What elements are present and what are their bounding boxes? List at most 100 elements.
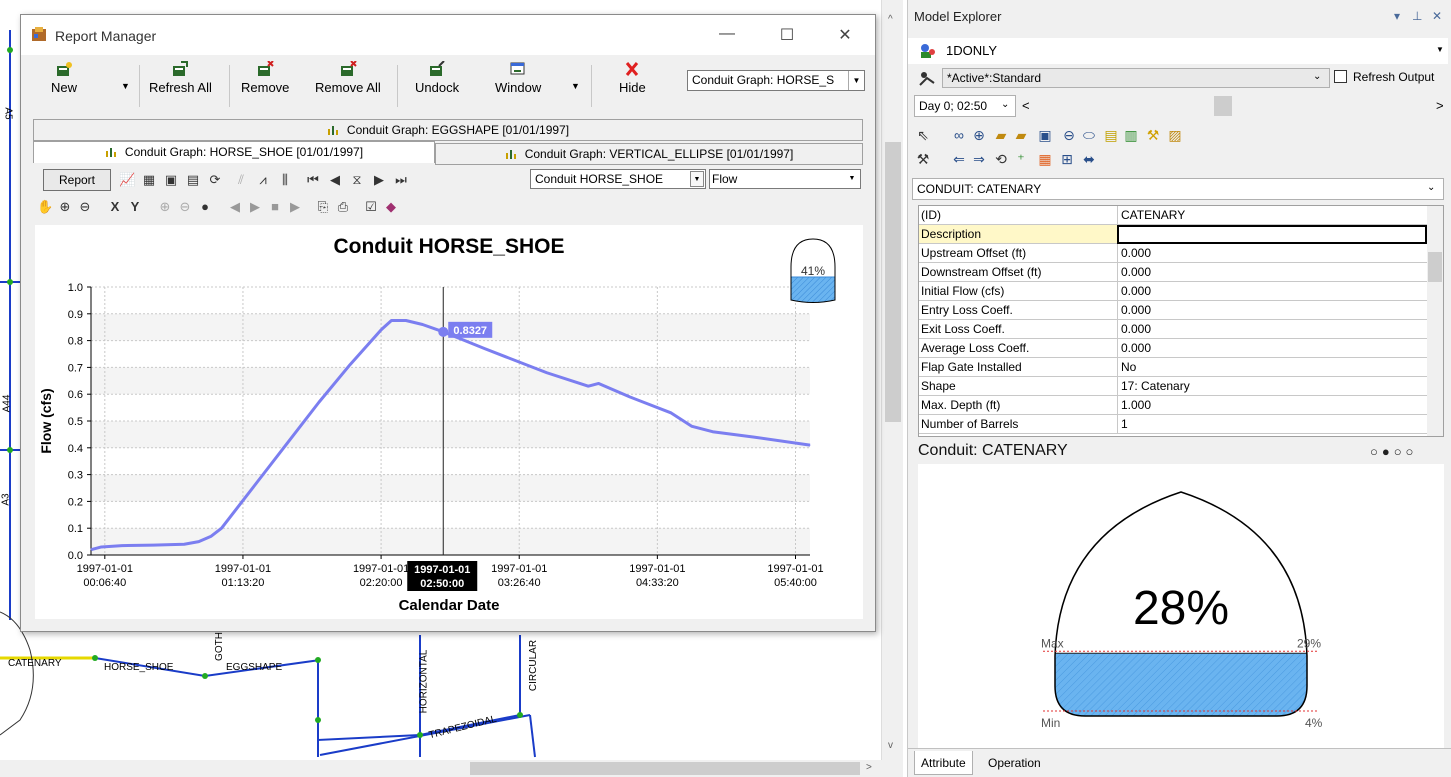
window-button[interactable]: Window	[495, 61, 541, 95]
attribute-row[interactable]: Upstream Offset (ft) 0.000	[919, 244, 1427, 263]
bar-chart-icon[interactable]: ▥	[1122, 126, 1140, 144]
chevron-down-icon[interactable]: ▼	[848, 71, 864, 90]
map-vscroll-thumb[interactable]	[885, 142, 901, 422]
zoom-fit-icon[interactable]: ⊕	[157, 199, 173, 215]
report-manager-titlebar[interactable]: Report Manager — ☐ ✕	[21, 15, 875, 55]
attribute-value[interactable]: 0.000	[1121, 322, 1151, 336]
prev-frame-icon[interactable]: ◀	[327, 172, 343, 188]
attribute-row[interactable]: Flap Gate Installed No	[919, 358, 1427, 377]
attribute-value[interactable]: 1	[1121, 417, 1128, 431]
play-icon[interactable]: ▶	[247, 199, 263, 215]
compare-chart-icon[interactable]: ⩘	[255, 172, 271, 188]
zoom-out-icon[interactable]: ⊖	[77, 199, 93, 215]
properties-icon[interactable]: ☑	[363, 199, 379, 215]
table-icon[interactable]: ▦	[1036, 150, 1054, 168]
close-panel-icon[interactable]: ✕	[1432, 9, 1442, 23]
map-hscroll-thumb[interactable]	[470, 762, 860, 775]
chevron-down-icon[interactable]: ⌄	[1427, 182, 1435, 193]
stat-chart-icon[interactable]: ⫼	[277, 172, 293, 188]
chevron-down-icon[interactable]: ▼	[845, 171, 859, 187]
save-graph-icon[interactable]: ▣	[163, 172, 179, 188]
scroll-down-icon[interactable]: v	[888, 740, 893, 751]
book-icon[interactable]: ◆	[383, 199, 399, 215]
panel-menu-icon[interactable]: ▾	[1394, 9, 1400, 23]
remove-button[interactable]: Remove	[241, 61, 289, 95]
new-file-icon[interactable]: ▰	[1012, 126, 1030, 144]
attribute-row[interactable]: Number of Barrels 1	[919, 415, 1427, 434]
flow-chart[interactable]: 0.0 0.1 0.2 0.3 0.4 0.5 0.6 0.7 0.8 0.9 1.0 1997-01…	[35, 225, 863, 619]
cross-section-page-dots[interactable]: ○●○○	[1370, 444, 1417, 459]
tab-operation[interactable]: Operation	[982, 751, 1047, 775]
attribute-row[interactable]: Downstream Offset (ft) 0.000	[919, 263, 1427, 282]
zoom-in-icon[interactable]: ⊕	[57, 199, 73, 215]
attribute-value[interactable]: 0.000	[1121, 284, 1151, 298]
chevron-down-icon[interactable]: ⌄	[1001, 99, 1009, 110]
y-axis-icon[interactable]: Y	[127, 199, 143, 215]
undock-button[interactable]: Undock	[415, 61, 459, 95]
scenario-select[interactable]: *Active*:Standard ⌄	[942, 68, 1330, 88]
map-vertical-scrollbar[interactable]: ^ v	[881, 0, 903, 760]
attribute-row[interactable]: Initial Flow (cfs) 0.000	[919, 282, 1427, 301]
next-icon[interactable]: ▶	[287, 199, 303, 215]
window-dropdown-icon[interactable]: ▼	[571, 81, 580, 91]
variable-select[interactable]: Flow ▼	[709, 169, 861, 189]
pin-icon[interactable]: ⊥	[1412, 9, 1422, 23]
save-template-icon[interactable]: ▤	[185, 172, 201, 188]
refresh-output-checkbox[interactable]: Refresh Output	[1334, 70, 1434, 84]
eraser-icon[interactable]: ⬭	[1080, 126, 1098, 144]
scroll-right-icon[interactable]: >	[866, 762, 872, 773]
hammer-icon[interactable]: ⚒	[914, 150, 932, 168]
attribute-grid[interactable]: (ID) CATENARY Description Upstream Offset (…	[918, 205, 1444, 437]
refresh-all-button[interactable]: Refresh All	[149, 61, 212, 95]
attribute-row[interactable]: Exit Loss Coeff. 0.000	[919, 320, 1427, 339]
time-slider[interactable]	[1040, 95, 1430, 117]
attribute-row[interactable]: (ID) CATENARY	[919, 206, 1427, 225]
attribute-row[interactable]: Description	[919, 225, 1427, 244]
map-horizontal-scrollbar[interactable]: >	[0, 760, 903, 777]
globe-icon[interactable]: ●	[197, 199, 213, 215]
maximize-icon[interactable]: ☐	[777, 25, 797, 45]
graph-properties-icon[interactable]: 📈	[119, 172, 135, 188]
minimize-icon[interactable]: —	[717, 25, 737, 43]
attribute-row[interactable]: Entry Loss Coeff. 0.000	[919, 301, 1427, 320]
time-next-icon[interactable]: >	[1436, 98, 1444, 113]
attribute-value[interactable]: No	[1121, 360, 1136, 374]
layers-icon[interactable]: ▨	[1166, 126, 1184, 144]
zoom-icon[interactable]: ⊕	[970, 126, 988, 144]
refresh-icon[interactable]: ⟳	[207, 172, 223, 188]
tab-horse-shoe[interactable]: Conduit Graph: HORSE_SHOE [01/01/1997]	[33, 141, 435, 163]
object-select[interactable]: CONDUIT: CATENARY ⌄	[912, 178, 1444, 200]
tab-attribute[interactable]: Attribute	[914, 751, 973, 775]
attribute-row[interactable]: Average Loss Coeff. 0.000	[919, 339, 1427, 358]
attribute-grid-scrollbar[interactable]	[1427, 206, 1443, 436]
hourglass-icon[interactable]: ⧖	[349, 172, 365, 188]
new-dropdown-icon[interactable]: ▼	[121, 81, 130, 91]
prev-icon[interactable]: ◀	[227, 199, 243, 215]
time-prev-icon[interactable]: <	[1022, 98, 1030, 113]
attribute-value[interactable]	[1117, 225, 1427, 244]
scroll-up-icon[interactable]: ^	[888, 14, 893, 25]
conduit-select[interactable]: Conduit HORSE_SHOE ▼	[530, 169, 706, 189]
remove-all-button[interactable]: Remove All	[315, 61, 381, 95]
attribute-value[interactable]: 0.000	[1121, 246, 1151, 260]
save-icon[interactable]: ▣	[1036, 126, 1054, 144]
report-button[interactable]: Report	[43, 169, 111, 191]
tab-vertical-ellipse[interactable]: Conduit Graph: VERTICAL_ELLIPSE [01/01/1…	[435, 143, 863, 165]
history-icon[interactable]: ⟲	[992, 150, 1010, 168]
hide-button[interactable]: Hide	[619, 61, 646, 95]
first-frame-icon[interactable]: ⏮	[305, 172, 321, 188]
attribute-value[interactable]: 1.000	[1121, 398, 1151, 412]
cylinder-icon[interactable]: ⊖	[1060, 126, 1078, 144]
attribute-row[interactable]: Max. Depth (ft) 1.000	[919, 396, 1427, 415]
attribute-value[interactable]: 0.000	[1121, 341, 1151, 355]
zoom-reset-icon[interactable]: ⊖	[177, 199, 193, 215]
new-button[interactable]: New	[51, 61, 77, 95]
x-axis-icon[interactable]: X	[107, 199, 123, 215]
time-slider-thumb[interactable]	[1214, 96, 1232, 116]
time-select[interactable]: Day 0; 02:50 ⌄	[914, 95, 1016, 117]
open-folder-icon[interactable]: ▰	[992, 126, 1010, 144]
next-frame-icon[interactable]: ▶	[371, 172, 387, 188]
pipe-icon[interactable]: ⬌	[1080, 150, 1098, 168]
back-icon[interactable]: ⇐	[950, 150, 968, 168]
tab-eggshape[interactable]: Conduit Graph: EGGSHAPE [01/01/1997]	[33, 119, 863, 141]
